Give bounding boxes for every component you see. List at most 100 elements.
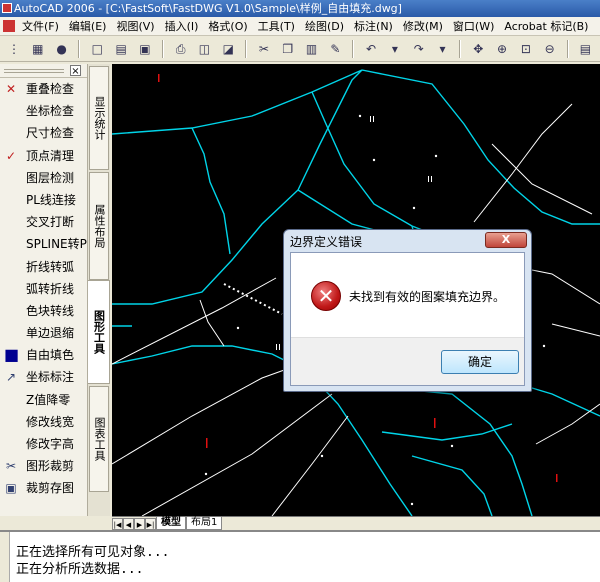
command-window-grip[interactable] bbox=[0, 532, 10, 582]
palette-item[interactable]: 交叉打断 bbox=[0, 211, 87, 233]
first-tab-icon[interactable]: |◀ bbox=[112, 518, 123, 530]
new-file-icon[interactable]: □ bbox=[88, 40, 106, 58]
clip-save-icon: ▣ bbox=[5, 481, 17, 496]
palette-item[interactable]: ▣ 裁剪存图 bbox=[0, 477, 87, 499]
palette-item[interactable]: 尺寸检查 bbox=[0, 122, 87, 144]
zoom-realtime-icon[interactable]: ⊕ bbox=[493, 40, 511, 58]
palette-item[interactable]: ✕ 重叠检查 bbox=[0, 78, 87, 100]
open-folder-icon[interactable]: ▤ bbox=[112, 40, 130, 58]
autocad-app-icon bbox=[2, 3, 12, 13]
layer-icon[interactable]: ▦ bbox=[29, 40, 47, 58]
palette-item[interactable]: 单边退缩 bbox=[0, 322, 87, 344]
palette-item-label: 重叠检查 bbox=[26, 82, 75, 96]
tool-palette: × ✕ 重叠检查坐标检查尺寸检查 ✓ 顶点清理 图层检测 PL线连接交叉打断 SPLINE转… bbox=[0, 64, 94, 516]
next-tab-icon[interactable]: ▶ bbox=[134, 518, 145, 530]
undo-icon[interactable]: ↶ bbox=[362, 40, 380, 58]
palette-item-label: 修改字高 bbox=[26, 437, 75, 451]
menu-item[interactable]: Acrobat 标记(B) bbox=[499, 17, 593, 35]
palette-item[interactable]: Z值降零 bbox=[0, 389, 87, 411]
palette-item[interactable]: 折线转弧 bbox=[0, 256, 87, 278]
menu-item[interactable]: 格式(O) bbox=[203, 17, 252, 35]
publish-icon[interactable]: ◪ bbox=[219, 40, 237, 58]
palette-item-label: 弧转折线 bbox=[26, 281, 75, 296]
globe-icon[interactable]: ● bbox=[53, 40, 71, 58]
palette-tab[interactable]: 图形工具 bbox=[88, 280, 110, 384]
plot-preview-icon[interactable]: ◫ bbox=[195, 40, 213, 58]
palette-tabs: 显示统计 属性布局 图形工具 图表工具 bbox=[88, 64, 110, 516]
print-icon[interactable]: ⎙ bbox=[172, 40, 190, 58]
menu-item[interactable]: 文件(F) bbox=[17, 17, 64, 35]
palette-item-label: 尺寸检查 bbox=[26, 126, 75, 141]
undo-dropdown-icon[interactable]: ▾ bbox=[386, 40, 404, 58]
cut-icon[interactable]: ✂ bbox=[255, 40, 273, 58]
last-tab-icon[interactable]: ▶| bbox=[145, 518, 156, 530]
palette-item[interactable]: PL线连接 bbox=[0, 189, 87, 211]
toolbar-divider bbox=[78, 40, 81, 58]
palette-tab[interactable]: 显示统计 bbox=[89, 66, 109, 170]
menu-item[interactable]: 绘图(D) bbox=[300, 17, 349, 35]
palette-tab[interactable]: 图表工具 bbox=[89, 386, 109, 492]
palette-item-label: Z值降零 bbox=[26, 392, 71, 407]
menu-item[interactable]: 标注(N) bbox=[349, 17, 398, 35]
document-menu-icon[interactable] bbox=[3, 20, 15, 32]
menu-item[interactable]: 插入(I) bbox=[160, 17, 204, 35]
palette-item[interactable]: 修改字高 bbox=[0, 433, 87, 455]
dialog-close-button[interactable]: X bbox=[485, 232, 527, 248]
palette-item[interactable]: ↗ 坐标标注 bbox=[0, 366, 87, 388]
command-window[interactable]: 正在选择所有可见对象... 正在分析所选数据... bbox=[0, 530, 600, 582]
zoom-previous-icon[interactable]: ⊖ bbox=[541, 40, 559, 58]
command-history-line-1: 正在选择所有可见对象... bbox=[16, 545, 170, 560]
palette-item[interactable]: ■ 自由填色 bbox=[0, 344, 87, 366]
palette-item[interactable]: ✓ 顶点清理 bbox=[0, 145, 87, 167]
menu-item[interactable]: 编辑(E) bbox=[64, 17, 112, 35]
prev-tab-icon[interactable]: ◀ bbox=[123, 518, 134, 530]
menu-item[interactable]: 窗口(W) bbox=[448, 17, 499, 35]
toolbar-divider bbox=[245, 40, 248, 58]
palette-item-label: PL线连接 bbox=[26, 192, 76, 207]
palette-grip[interactable] bbox=[4, 69, 64, 73]
toolbar-divider bbox=[161, 40, 164, 58]
window-title-bar: AutoCAD 2006 - [C:\FastSoft\FastDWG V1.0… bbox=[0, 0, 600, 17]
palette-item[interactable]: SPLINE转PL bbox=[0, 233, 94, 255]
properties-icon[interactable]: ▤ bbox=[576, 40, 594, 58]
overlap-check-icon: ✕ bbox=[5, 82, 17, 96]
layout-tab[interactable]: 布局1 bbox=[186, 517, 223, 530]
paste-icon[interactable]: ▥ bbox=[303, 40, 321, 58]
pan-icon[interactable]: ✥ bbox=[469, 40, 487, 58]
palette-item[interactable]: 色块转线 bbox=[0, 300, 87, 322]
palette-item[interactable]: 坐标检查 bbox=[0, 100, 87, 122]
dialog-title: 边界定义错误 bbox=[290, 235, 363, 249]
palette-item[interactable]: 修改线宽 bbox=[0, 411, 87, 433]
menu-item[interactable]: 工具(T) bbox=[253, 17, 300, 35]
palette-item[interactable]: 图层检测 bbox=[0, 167, 87, 189]
ok-button[interactable]: 确定 bbox=[441, 350, 519, 374]
palette-item-label: 自由填色 bbox=[26, 348, 75, 363]
copy-icon[interactable]: ❐ bbox=[279, 40, 297, 58]
redo-icon[interactable]: ↷ bbox=[410, 40, 428, 58]
save-icon[interactable]: ▣ bbox=[136, 40, 154, 58]
coordinate-label-icon: ↗ bbox=[5, 370, 17, 385]
layout-tab[interactable]: 模型 bbox=[156, 517, 186, 530]
palette-header: × bbox=[0, 64, 87, 78]
palette-item-label: 修改线宽 bbox=[26, 414, 75, 429]
menu-item[interactable]: 视图(V) bbox=[111, 17, 159, 35]
palette-close-icon[interactable]: × bbox=[70, 65, 81, 77]
redo-dropdown-icon[interactable]: ▾ bbox=[434, 40, 452, 58]
zoom-window-icon[interactable]: ⊡ bbox=[517, 40, 535, 58]
fill-color-icon: ■ bbox=[4, 345, 20, 365]
palette-item-label: 图形裁剪 bbox=[26, 459, 75, 474]
menu-bar: 文件(F) 编辑(E) 视图(V) 插入(I) 格式(O) 工具(T) 绘图(D) 标注(N)… bbox=[0, 17, 600, 36]
menu-item[interactable]: 修改(M) bbox=[398, 17, 448, 35]
boundary-error-dialog: 边界定义错误 X ✕ 未找到有效的图案填充边界。 确定 bbox=[283, 229, 532, 392]
dialog-footer: 确定 bbox=[291, 337, 524, 385]
palette-item-label: 顶点清理 bbox=[26, 148, 75, 163]
palette-item-label: 交叉打断 bbox=[26, 215, 75, 230]
palette-item[interactable]: 弧转折线 bbox=[0, 278, 87, 300]
palette-item-label: 色块转线 bbox=[26, 303, 75, 318]
palette-item-label: 裁剪存图 bbox=[26, 481, 75, 496]
match-properties-icon[interactable]: ✎ bbox=[326, 40, 344, 58]
standard-toolbar: ⋮ ▦ ● □ ▤ ▣ ⎙ ◫ ◪ ✂ ❐ ▥ ✎ ↶ ▾ ↷ ▾ ✥ ⊕ ⊡ … bbox=[0, 36, 600, 62]
palette-item-label: 坐标检查 bbox=[26, 104, 75, 119]
palette-tab[interactable]: 属性布局 bbox=[89, 172, 109, 280]
palette-item[interactable]: ✂ 图形裁剪 bbox=[0, 455, 87, 477]
